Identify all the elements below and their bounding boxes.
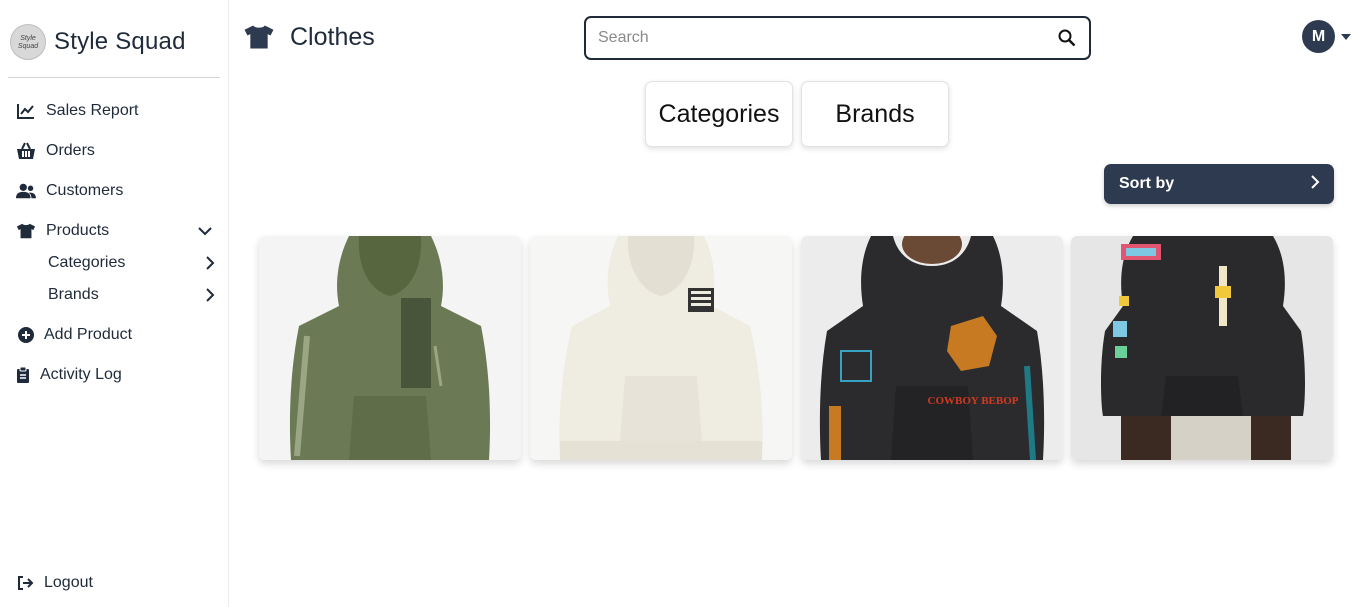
- sort-by-button[interactable]: Sort by: [1104, 164, 1334, 204]
- user-menu[interactable]: M: [1302, 20, 1351, 53]
- sidebar-subitem-brands[interactable]: Brands: [48, 283, 218, 307]
- brand-logo: Style Squad: [10, 24, 46, 60]
- brand-name: Style Squad: [54, 28, 186, 55]
- sidebar: Style Squad Style Squad Sales Report Ord…: [0, 0, 229, 607]
- brand-logo-icon: Style Squad: [18, 35, 39, 50]
- product-print-text: COWBOY BEBOP: [928, 395, 1019, 407]
- product-card[interactable]: [530, 236, 792, 460]
- sidebar-item-label: Activity Log: [40, 366, 122, 383]
- sidebar-item-label: Add Product: [44, 326, 133, 343]
- product-card[interactable]: [1071, 236, 1333, 460]
- chevron-right-icon: [202, 255, 218, 271]
- logout-button[interactable]: Logout: [16, 571, 93, 595]
- product-image: [1071, 236, 1333, 460]
- chevron-right-icon: [1310, 174, 1320, 194]
- product-card[interactable]: [259, 236, 521, 460]
- sidebar-item-products[interactable]: Products: [16, 219, 216, 243]
- chevron-down-icon[interactable]: [197, 223, 213, 239]
- search-bar: [584, 16, 1091, 60]
- page-title: Clothes: [290, 22, 375, 51]
- search-input[interactable]: [598, 29, 1057, 47]
- sidebar-item-sales-report[interactable]: Sales Report: [16, 99, 139, 123]
- sort-by-label: Sort by: [1119, 175, 1175, 192]
- sidebar-item-customers[interactable]: Customers: [16, 179, 123, 203]
- sidebar-subitem-categories[interactable]: Categories: [48, 251, 218, 275]
- sidebar-item-activity-log[interactable]: Activity Log: [16, 363, 122, 387]
- product-card[interactable]: COWBOY BEBOP: [801, 236, 1063, 460]
- sidebar-item-label: Products: [46, 222, 110, 239]
- sidebar-divider: [8, 77, 220, 78]
- caret-down-icon[interactable]: [1341, 33, 1351, 40]
- basket-icon: [16, 141, 36, 161]
- sidebar-item-orders[interactable]: Orders: [16, 139, 95, 163]
- sidebar-subitem-label: Brands: [48, 286, 99, 303]
- categories-button[interactable]: Categories: [645, 81, 793, 147]
- chart-line-icon: [16, 101, 36, 121]
- brand[interactable]: Style Squad Style Squad: [10, 24, 186, 60]
- logout-icon: [16, 573, 36, 593]
- sidebar-item-label: Orders: [46, 142, 95, 159]
- avatar[interactable]: M: [1302, 20, 1335, 53]
- brands-button[interactable]: Brands: [801, 81, 949, 147]
- product-image: [530, 236, 792, 460]
- sidebar-subitem-label: Categories: [48, 254, 126, 271]
- shirt-icon: [243, 22, 275, 52]
- product-image: COWBOY BEBOP: [801, 236, 1063, 460]
- plus-circle-icon: [16, 325, 36, 345]
- svg-text:Style: Style: [20, 35, 36, 42]
- sidebar-item-add-product[interactable]: Add Product: [16, 323, 132, 347]
- sidebar-item-label: Customers: [46, 182, 124, 199]
- users-icon: [16, 181, 36, 201]
- shirt-icon: [16, 221, 36, 241]
- product-image: [259, 236, 521, 460]
- clipboard-icon: [16, 365, 30, 385]
- page-header: Clothes: [243, 22, 375, 52]
- chevron-right-icon: [202, 287, 218, 303]
- search-icon[interactable]: [1057, 28, 1077, 48]
- sidebar-item-label: Sales Report: [46, 102, 139, 119]
- svg-text:Squad: Squad: [18, 43, 39, 50]
- logout-label: Logout: [44, 574, 93, 591]
